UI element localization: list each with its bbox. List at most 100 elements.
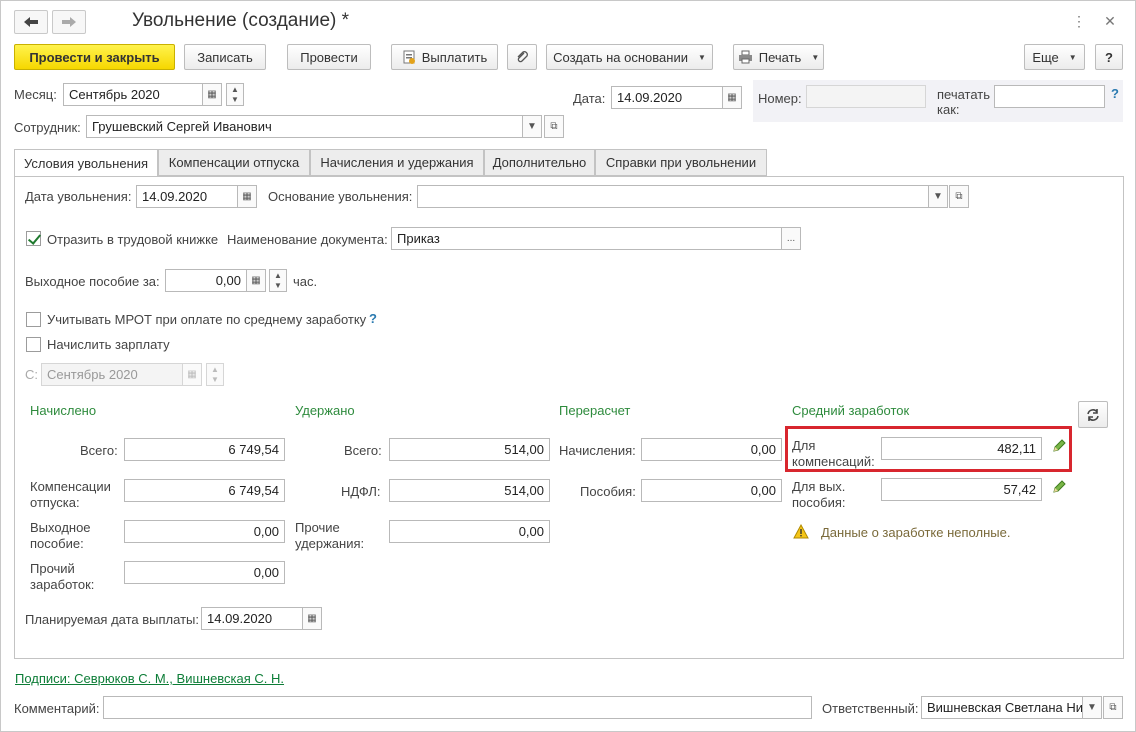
pay-button-label: Выплатить bbox=[421, 49, 488, 65]
calendar-icon[interactable]: ▦ bbox=[722, 86, 742, 109]
print-as-field[interactable] bbox=[994, 85, 1105, 108]
from-label: С: bbox=[25, 367, 38, 382]
create-based-on-button[interactable]: Создать на основании ▼ bbox=[546, 44, 713, 70]
vacation-comp-label-2: отпуска: bbox=[30, 495, 80, 510]
planned-date-field[interactable]: 14.09.2020 bbox=[201, 607, 303, 630]
comment-label: Комментарий: bbox=[14, 701, 100, 716]
calendar-icon[interactable]: ▦ bbox=[202, 83, 222, 106]
employee-label: Сотрудник: bbox=[14, 120, 81, 135]
chevron-down-icon[interactable]: ▼ bbox=[1082, 696, 1102, 719]
recalc-accruals-field[interactable]: 0,00 bbox=[641, 438, 782, 461]
severance-label: Выходное пособие за: bbox=[25, 274, 160, 289]
calculator-icon[interactable]: ▦ bbox=[246, 269, 266, 292]
dismissal-date-label: Дата увольнения: bbox=[25, 189, 132, 204]
open-icon[interactable]: ⧉ bbox=[544, 115, 564, 138]
date-field[interactable]: 14.09.2020 bbox=[611, 86, 723, 109]
tab-dismissal-certificates[interactable]: Справки при увольнении bbox=[595, 149, 767, 176]
calendar-icon[interactable]: ▦ bbox=[237, 185, 257, 208]
warning-icon bbox=[793, 524, 809, 539]
dismissal-date-field[interactable]: 14.09.2020 bbox=[136, 185, 238, 208]
help-icon[interactable]: ? bbox=[1111, 86, 1119, 101]
calendar-icon[interactable]: ▦ bbox=[182, 363, 202, 386]
recalc-benefits-label: Пособия: bbox=[580, 484, 636, 499]
open-icon[interactable]: ⧉ bbox=[1103, 696, 1123, 719]
help-icon[interactable]: ? bbox=[369, 311, 377, 326]
withheld-total-field[interactable]: 514,00 bbox=[389, 438, 550, 461]
doc-name-field[interactable]: Приказ bbox=[391, 227, 782, 250]
mrot-checkbox[interactable] bbox=[26, 312, 41, 327]
print-button[interactable]: Печать ▼ bbox=[733, 44, 824, 70]
more-button[interactable]: Еще ▼ bbox=[1024, 44, 1085, 70]
refresh-icon bbox=[1087, 408, 1099, 421]
vacation-comp-field[interactable]: 6 749,54 bbox=[124, 479, 285, 502]
month-label: Месяц: bbox=[14, 87, 57, 102]
post-button[interactable]: Провести bbox=[287, 44, 371, 70]
earnings-warning: Данные о заработке неполные. bbox=[821, 525, 1011, 540]
responsible-field[interactable]: Вишневская Светлана Ни bbox=[921, 696, 1083, 719]
calendar-icon[interactable]: ▦ bbox=[302, 607, 322, 630]
chevron-down-icon: ▼ bbox=[697, 52, 706, 62]
tab-vacation-compensation[interactable]: Компенсации отпуска bbox=[158, 149, 310, 176]
withheld-total-label: Всего: bbox=[344, 443, 382, 458]
chevron-down-icon[interactable]: ▼ bbox=[522, 115, 542, 138]
responsible-label: Ответственный: bbox=[822, 701, 919, 716]
avg-sev-field[interactable]: 57,42 bbox=[881, 478, 1042, 501]
more-button-label: Еще bbox=[1032, 49, 1059, 65]
signatures-link[interactable]: Подписи: Севрюков С. М., Вишневская С. Н… bbox=[15, 671, 284, 686]
printer-icon bbox=[738, 50, 752, 64]
basis-field[interactable] bbox=[417, 185, 929, 208]
employee-field[interactable]: Грушевский Сергей Иванович bbox=[86, 115, 523, 138]
recalc-benefits-field[interactable]: 0,00 bbox=[641, 479, 782, 502]
pay-button[interactable]: Выплатить bbox=[391, 44, 498, 70]
tab-additional[interactable]: Дополнительно bbox=[484, 149, 595, 176]
workbook-label: Отразить в трудовой книжке bbox=[47, 232, 219, 247]
basis-label: Основание увольнения: bbox=[268, 189, 413, 204]
highlight-box bbox=[785, 426, 1072, 472]
from-field[interactable]: Сентябрь 2020 bbox=[41, 363, 183, 386]
month-field[interactable]: Сентябрь 2020 bbox=[63, 83, 203, 106]
more-vertical-icon[interactable]: ⋮ bbox=[1069, 11, 1089, 31]
page-title: Увольнение (создание) * bbox=[132, 10, 350, 31]
attach-button[interactable] bbox=[507, 44, 537, 70]
post-and-close-button[interactable]: Провести и закрыть bbox=[14, 44, 175, 70]
vacation-comp-label-1: Компенсации bbox=[30, 479, 111, 494]
forward-button[interactable] bbox=[52, 10, 86, 34]
severance-field[interactable]: 0,00 bbox=[165, 269, 247, 292]
other-deductions-label-2: удержания: bbox=[295, 536, 365, 551]
print-button-label: Печать bbox=[758, 49, 802, 65]
severance-stepper[interactable]: ▲ ▼ bbox=[269, 269, 287, 292]
other-earnings-label-1: Прочий bbox=[30, 561, 75, 576]
save-button[interactable]: Записать bbox=[184, 44, 266, 70]
ndfl-field[interactable]: 514,00 bbox=[389, 479, 550, 502]
from-stepper[interactable]: ▲ ▼ bbox=[206, 363, 224, 386]
ellipsis-button[interactable]: ... bbox=[781, 227, 801, 250]
other-earnings-label-2: заработок: bbox=[30, 577, 95, 592]
print-as-label: печатать как: bbox=[937, 87, 991, 117]
accrued-severance-field[interactable]: 0,00 bbox=[124, 520, 285, 543]
open-icon[interactable]: ⧉ bbox=[949, 185, 969, 208]
arrow-left-icon bbox=[24, 17, 38, 27]
other-deductions-field[interactable]: 0,00 bbox=[389, 520, 550, 543]
paperclip-icon bbox=[517, 51, 528, 63]
back-button[interactable] bbox=[14, 10, 48, 34]
accrue-salary-checkbox[interactable] bbox=[26, 337, 41, 352]
chevron-down-icon[interactable]: ▼ bbox=[928, 185, 948, 208]
chevron-down-icon: ▼ bbox=[1068, 52, 1077, 62]
accrued-severance-label-1: Выходное bbox=[30, 520, 91, 535]
recalc-accruals-label: Начисления: bbox=[559, 443, 636, 458]
help-button[interactable]: ? bbox=[1095, 44, 1123, 70]
avg-sev-label-1: Для вых. bbox=[792, 479, 846, 494]
number-field[interactable] bbox=[806, 85, 926, 108]
tab-dismissal-conditions[interactable]: Условия увольнения bbox=[14, 149, 158, 177]
document-window: Увольнение (создание) * ⋮ ✕ Провести и з… bbox=[0, 0, 1136, 732]
accrued-total-field[interactable]: 6 749,54 bbox=[124, 438, 285, 461]
tab-accruals-deductions[interactable]: Начисления и удержания bbox=[310, 149, 484, 176]
workbook-checkbox[interactable] bbox=[26, 231, 41, 246]
comment-field[interactable] bbox=[103, 696, 812, 719]
accrue-salary-label: Начислить зарплату bbox=[47, 337, 170, 352]
close-icon[interactable]: ✕ bbox=[1100, 11, 1120, 31]
refresh-button[interactable] bbox=[1078, 401, 1108, 428]
pencil-icon[interactable] bbox=[1051, 479, 1067, 495]
month-stepper[interactable]: ▲ ▼ bbox=[226, 83, 244, 106]
other-earnings-field[interactable]: 0,00 bbox=[124, 561, 285, 584]
